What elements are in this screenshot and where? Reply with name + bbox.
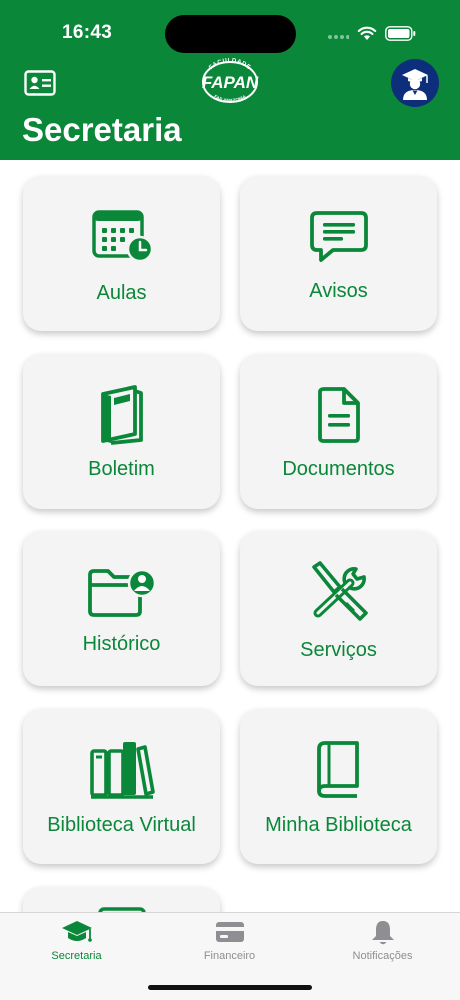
tools-icon [311,561,368,621]
report-book-icon [100,385,143,445]
logo-arc-bottom: FAP AMAZONIA [213,93,247,103]
wifi-icon [357,26,377,40]
menu-card-historico[interactable]: Histórico [23,531,220,686]
tab-label: Financeiro [203,950,256,962]
menu-card-avisos[interactable]: Avisos [240,176,437,331]
signal-icon [328,34,349,39]
page-title: Secretaria [22,111,182,148]
menu-card-label: Avisos [309,280,368,302]
folder-user-icon [87,568,156,617]
bell-icon [371,921,394,945]
menu-card-boletim[interactable]: Boletim [23,354,220,509]
id-card-button[interactable] [24,70,56,96]
menu-card-aulas[interactable]: Aulas [23,176,220,331]
document-icon [317,387,360,443]
menu-card-partial[interactable] [23,887,220,912]
menu-card-label: Histórico [82,633,161,655]
menu-card-label: Boletim [88,458,155,480]
calendar-clock-icon [91,210,153,263]
home-indicator[interactable] [148,985,312,990]
battery-icon [385,26,416,41]
tab-financeiro[interactable]: Financeiro [153,913,306,973]
fapan-logo: FACULDADE FAPAN FAP AMAZONIA [202,58,259,103]
menu-card-servicos[interactable]: Serviços [240,531,437,686]
status-time: 16:43 [62,22,113,43]
menu-grid: Aulas Avisos Boletim Documentos Históric… [0,160,460,912]
dynamic-island [165,15,296,53]
menu-card-label: Aulas [96,282,147,304]
menu-card-label: Minha Biblioteca [265,814,412,836]
tab-label: Notificações [352,950,413,962]
logo-text: FAPAN [202,73,259,92]
status-icons [327,26,416,41]
id-card-icon [24,70,56,96]
tab-notificacoes[interactable]: Notificações [306,913,459,973]
message-icon [309,211,368,262]
credit-card-icon [215,922,244,942]
tab-label: Secretaria [51,950,102,962]
svg-text:FAP AMAZONIA: FAP AMAZONIA [213,93,247,103]
menu-card-minha-biblioteca[interactable]: Minha Biblioteca [240,709,437,864]
logo-arc-top: FACULDADE [208,58,251,71]
graduation-cap-icon [61,921,92,942]
menu-card-label: Biblioteca Virtual [47,814,196,836]
book-icon [316,741,359,798]
tab-secretaria[interactable]: Secretaria [0,913,153,973]
app-header: 16:43 FACULDADE FAPAN FAP AMAZONIA Secre… [0,0,460,160]
menu-card-documentos[interactable]: Documentos [240,354,437,509]
books-icon [89,742,155,799]
menu-card-label: Documentos [282,458,395,480]
menu-card-biblioteca-virtual[interactable]: Biblioteca Virtual [23,709,220,864]
graduate-user-icon [402,69,428,100]
menu-card-label: Serviços [300,639,377,661]
svg-text:FACULDADE: FACULDADE [208,58,251,71]
profile-avatar[interactable] [391,59,439,107]
